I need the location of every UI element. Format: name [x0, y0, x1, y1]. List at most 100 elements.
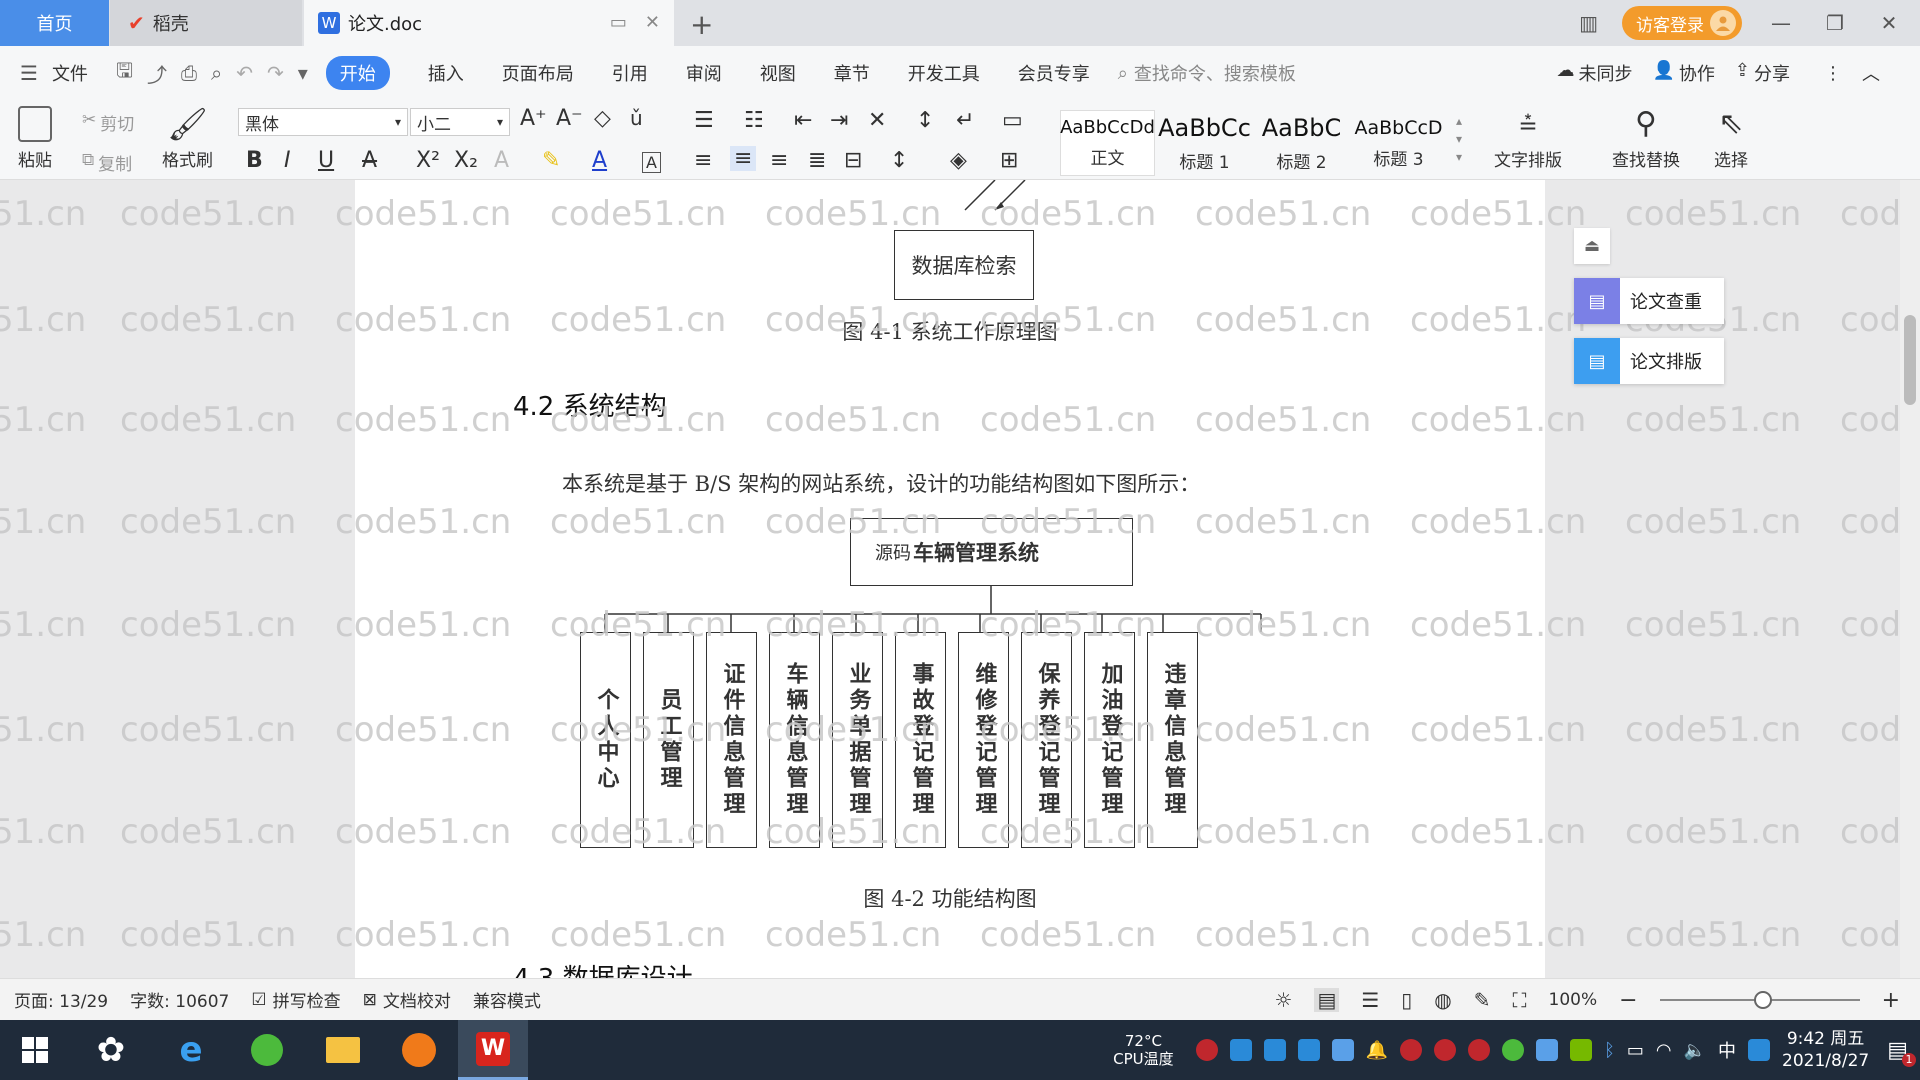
clear-format-icon[interactable]: ◇ [594, 106, 611, 131]
font-color-icon[interactable]: A [592, 148, 607, 173]
write-view-icon[interactable]: ✎ [1474, 988, 1491, 1012]
shrink-font-icon[interactable]: A⁻ [556, 106, 583, 131]
subscript-icon[interactable]: X₂ [454, 148, 478, 173]
float-window-icon[interactable]: ▭ [610, 12, 627, 33]
volume-icon[interactable]: 🔈 [1684, 1040, 1706, 1061]
customize-toolbar-icon[interactable]: ▾ [298, 61, 308, 85]
style-normal[interactable]: AaBbCcDd 正文 [1060, 110, 1155, 176]
page-view-icon[interactable]: ▤ [1314, 988, 1340, 1012]
app-tray-icon[interactable] [1195, 1039, 1218, 1061]
distribute-icon[interactable]: ⊟ [844, 148, 862, 173]
bullet-list-icon[interactable]: ☰ [694, 108, 714, 133]
notification-center-icon[interactable]: ▤ 1 [1887, 1038, 1916, 1067]
cpu-temp-widget[interactable]: 72°C CPU温度 [1113, 1032, 1174, 1068]
tab-home[interactable]: 首页 [0, 0, 109, 46]
cut-button[interactable]: ✂ 剪切 [82, 110, 134, 135]
qq-icon[interactable] [1434, 1039, 1457, 1061]
restore-icon[interactable]: ❐ [1820, 11, 1850, 35]
decrease-indent-icon[interactable]: ⇤ [794, 108, 812, 133]
vertical-scrollbar[interactable] [1900, 180, 1920, 978]
menu-start[interactable]: 开始 [325, 56, 390, 90]
redo-icon[interactable]: ↷ [267, 61, 284, 85]
app-tray-icon[interactable] [1263, 1039, 1286, 1061]
line-break-icon[interactable]: ↵ [956, 108, 974, 133]
ime-indicator[interactable]: 中 [1718, 1037, 1736, 1063]
app-tray-icon[interactable] [1229, 1039, 1252, 1061]
justify-icon[interactable]: ≣ [808, 148, 826, 173]
phonetic-icon[interactable]: ǔ [630, 106, 643, 130]
shading-icon[interactable]: ◈ [950, 148, 967, 173]
undo-icon[interactable]: ↶ [236, 61, 253, 85]
zoom-out-icon[interactable]: − [1619, 988, 1637, 1013]
numbered-list-icon[interactable]: ☷ [744, 108, 764, 133]
underline-icon[interactable]: U [318, 148, 334, 173]
web-view-icon[interactable]: ◍ [1434, 988, 1451, 1012]
strikethrough-icon[interactable]: A [362, 148, 377, 173]
collab-button[interactable]: 👤 协作 [1652, 60, 1714, 86]
zoom-slider[interactable] [1659, 991, 1860, 1009]
menu-review[interactable]: 审阅 [686, 60, 722, 86]
menu-page-layout[interactable]: 页面布局 [502, 60, 574, 86]
add-tab-button[interactable]: + [690, 8, 713, 41]
print-preview-icon[interactable]: ⌕ [211, 61, 222, 85]
360-browser-icon[interactable] [232, 1020, 302, 1080]
save-icon[interactable]: 🖫 [116, 56, 133, 90]
share-doc-icon[interactable]: ⤴ [147, 59, 167, 88]
grow-font-icon[interactable]: A⁺ [520, 106, 547, 131]
thesis-layout-button[interactable]: ▤ 论文排版 [1574, 338, 1724, 384]
eye-protection-icon[interactable]: ☼ [1275, 988, 1293, 1012]
bell-icon[interactable]: 🔔 [1366, 1040, 1388, 1061]
line-spacing-icon[interactable]: ↕ [890, 148, 908, 173]
battery-icon[interactable]: ▭ [1627, 1040, 1644, 1061]
menu-member[interactable]: 会员专享 [1018, 60, 1090, 86]
nvidia-icon[interactable] [1570, 1039, 1593, 1061]
text-direction-icon[interactable]: ✕ [868, 108, 886, 133]
font-family-select[interactable]: 黑体 ▾ [238, 108, 408, 136]
menu-dev-tools[interactable]: 开发工具 [908, 60, 980, 86]
more-icon[interactable]: ⋮ [1824, 63, 1842, 84]
side-collapse-icon[interactable]: ⏏ [1574, 228, 1610, 264]
windows-start-icon[interactable] [0, 1020, 70, 1080]
spell-check-button[interactable]: ☑ 拼写检查 [251, 987, 340, 1013]
app-tray-icon[interactable] [1502, 1039, 1525, 1061]
layout-toggle-icon[interactable]: ▥ [1579, 11, 1598, 35]
proofread-button[interactable]: ⊠ 文档校对 [363, 987, 451, 1013]
align-right-icon[interactable]: ≡ [770, 148, 788, 173]
align-center-icon[interactable]: ≡ [730, 146, 757, 171]
page-indicator[interactable]: 页面: 13/29 [14, 987, 108, 1012]
close-window-icon[interactable]: ✕ [1874, 11, 1904, 35]
thesis-check-button[interactable]: ▤ 论文查重 [1574, 278, 1724, 324]
menu-references[interactable]: 引用 [612, 60, 648, 86]
wifi-icon[interactable]: ◠ [1656, 1040, 1672, 1061]
close-tab-icon[interactable]: ✕ [645, 12, 660, 33]
style-heading-1[interactable]: AaBbCc 标题 1 [1157, 110, 1252, 176]
collapse-ribbon-icon[interactable]: ︿ [1862, 60, 1880, 86]
ie-browser-icon[interactable]: e [156, 1020, 226, 1080]
align-left-icon[interactable]: ≡ [694, 148, 712, 173]
zoom-level[interactable]: 100% [1549, 990, 1598, 1010]
outline-view-icon[interactable]: ☰ [1361, 988, 1379, 1012]
zoom-slider-knob[interactable] [1753, 991, 1772, 1009]
copy-button[interactable]: ⧉ 复制 [82, 150, 132, 175]
superscript-icon[interactable]: X² [416, 148, 440, 173]
style-heading-2[interactable]: AaBbC 标题 2 [1254, 110, 1349, 176]
highlight-icon[interactable]: ✎ [542, 148, 560, 173]
bluetooth-icon[interactable]: ᛒ [1604, 1040, 1615, 1061]
ruler-icon[interactable]: ▭ [1002, 108, 1023, 133]
app-tray-icon[interactable] [1297, 1039, 1320, 1061]
borders-icon[interactable]: ⊞ [1000, 148, 1018, 173]
app-tray-icon[interactable] [1536, 1039, 1559, 1061]
char-border-icon[interactable]: A [642, 152, 661, 173]
word-count[interactable]: 字数: 10607 [130, 987, 229, 1012]
tab-daoke[interactable]: ✔ 稻壳 [110, 0, 302, 46]
zoom-in-icon[interactable]: + [1882, 988, 1900, 1013]
file-explorer-icon[interactable] [308, 1020, 378, 1080]
share-button[interactable]: ⇪ 分享 [1735, 60, 1790, 86]
style-heading-3[interactable]: AaBbCcD 标题 3 [1351, 110, 1446, 176]
shield-icon[interactable] [1331, 1039, 1354, 1061]
sort-icon[interactable]: ↕ [916, 108, 934, 133]
clock[interactable]: 9:42 周五 2021/8/27 [1782, 1028, 1869, 1072]
menu-chapter[interactable]: 章节 [834, 60, 870, 86]
wps-writer-icon[interactable]: W [458, 1020, 528, 1080]
minimize-icon[interactable]: — [1766, 11, 1796, 35]
